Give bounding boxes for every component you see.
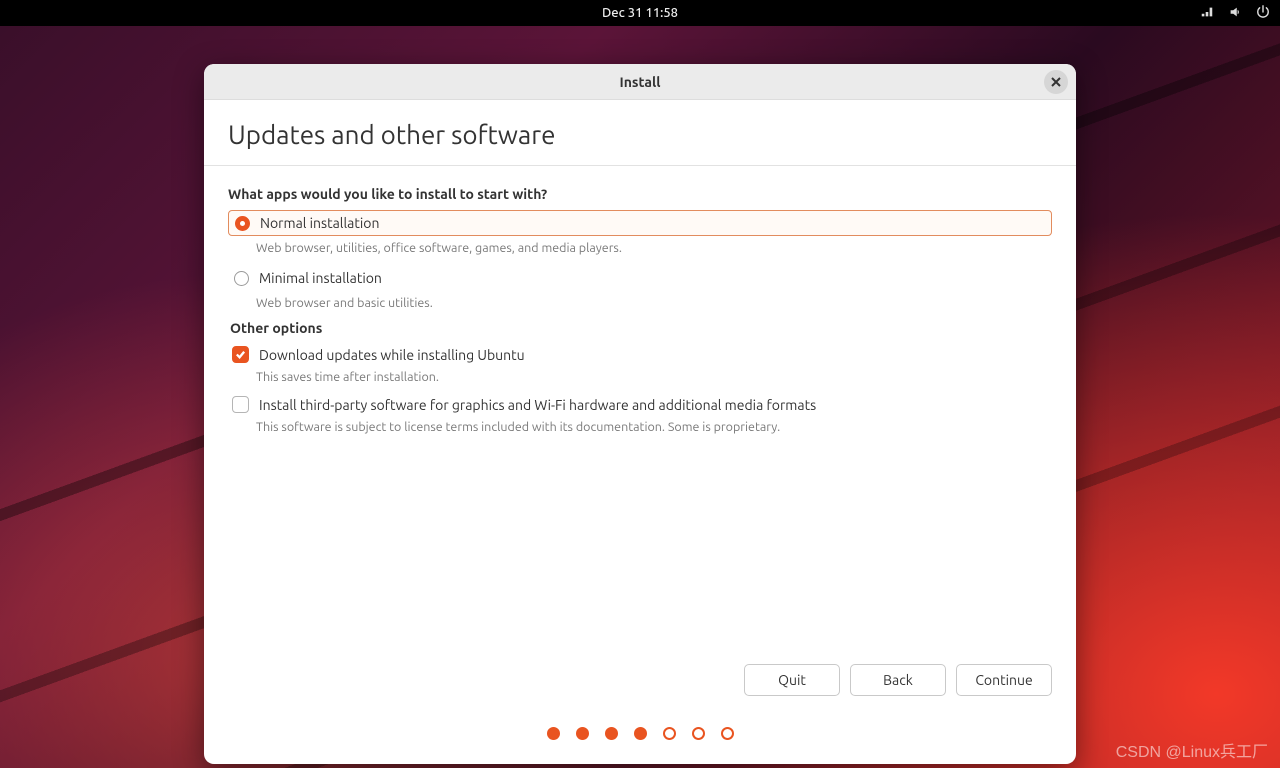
network-icon[interactable] xyxy=(1200,5,1214,22)
radio-label: Minimal installation xyxy=(259,270,382,286)
minimal-install-desc: Web browser and basic utilities. xyxy=(256,296,1052,310)
normal-install-desc: Web browser, utilities, office software,… xyxy=(256,241,1052,255)
system-tray xyxy=(1200,0,1270,26)
checkbox-third-party[interactable]: Install third-party software for graphic… xyxy=(228,394,1052,415)
continue-button[interactable]: Continue xyxy=(956,664,1052,696)
radio-icon xyxy=(234,271,249,286)
installer-window: Install Updates and other software What … xyxy=(204,64,1076,764)
close-icon xyxy=(1051,77,1061,87)
checkbox-download-updates[interactable]: Download updates while installing Ubuntu xyxy=(228,344,1052,365)
pager-dot xyxy=(605,727,618,740)
checkbox-label: Install third-party software for graphic… xyxy=(259,397,816,413)
desktop-wallpaper: Install Updates and other software What … xyxy=(0,26,1280,768)
heading-divider xyxy=(204,165,1076,166)
checkbox-icon xyxy=(232,346,249,363)
system-top-bar: Dec 31 11:58 xyxy=(0,0,1280,26)
clock-label: Dec 31 11:58 xyxy=(602,6,678,20)
radio-icon xyxy=(235,216,250,231)
download-updates-desc: This saves time after installation. xyxy=(256,370,1052,384)
radio-label: Normal installation xyxy=(260,215,379,231)
pager-dot xyxy=(721,727,734,740)
other-options-label: Other options xyxy=(230,320,1052,336)
footer-buttons: Quit Back Continue xyxy=(204,664,1076,696)
pager-dot xyxy=(576,727,589,740)
installer-content: Updates and other software What apps wou… xyxy=(204,100,1076,454)
back-button[interactable]: Back xyxy=(850,664,946,696)
radio-normal-installation[interactable]: Normal installation xyxy=(228,210,1052,236)
volume-icon[interactable] xyxy=(1228,5,1242,22)
watermark-text: CSDN @Linux兵工厂 xyxy=(1116,738,1268,762)
third-party-desc: This software is subject to license term… xyxy=(256,420,1052,434)
checkbox-icon xyxy=(232,396,249,413)
close-button[interactable] xyxy=(1044,70,1068,94)
window-title: Install xyxy=(620,74,661,90)
page-heading: Updates and other software xyxy=(228,120,1052,149)
power-icon[interactable] xyxy=(1256,5,1270,22)
quit-button[interactable]: Quit xyxy=(744,664,840,696)
pager-dot xyxy=(692,727,705,740)
step-pager xyxy=(204,727,1076,740)
pager-dot xyxy=(663,727,676,740)
pager-dot xyxy=(634,727,647,740)
pager-dot xyxy=(547,727,560,740)
radio-minimal-installation[interactable]: Minimal installation xyxy=(228,265,1052,291)
install-type-question: What apps would you like to install to s… xyxy=(228,186,1052,202)
window-titlebar: Install xyxy=(204,64,1076,100)
checkbox-label: Download updates while installing Ubuntu xyxy=(259,347,525,363)
